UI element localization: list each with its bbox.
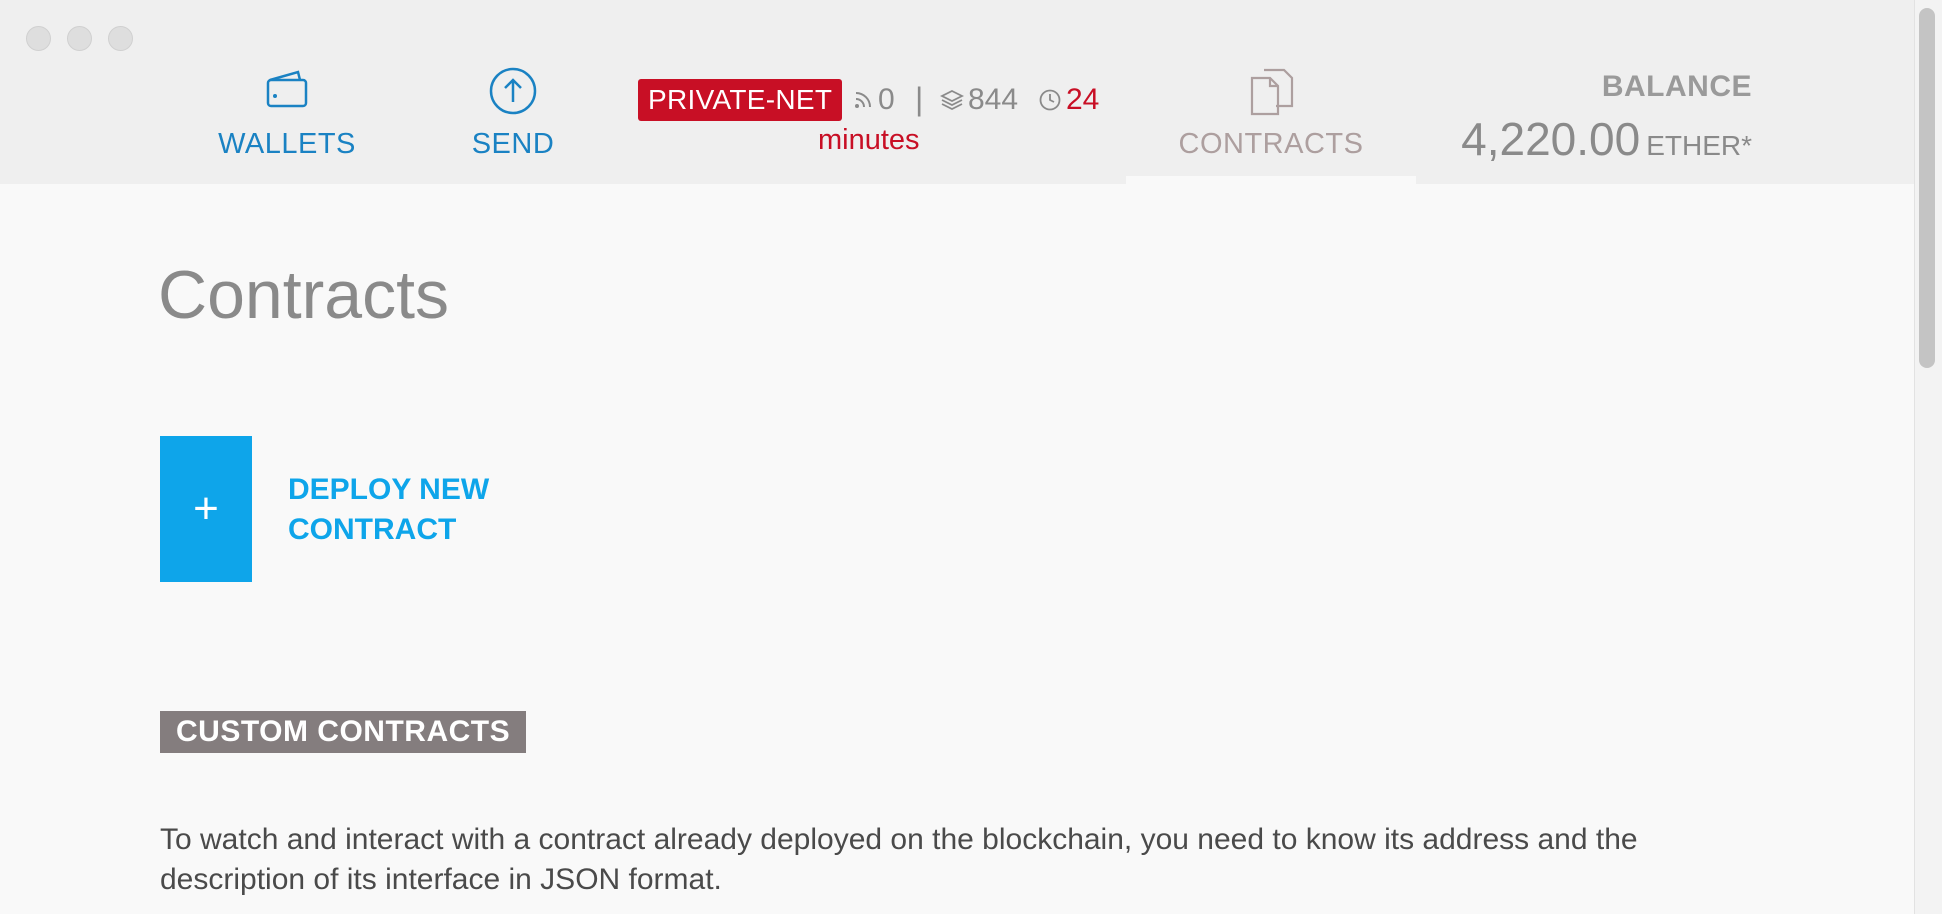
balance-amount-value: 4,220.00 [1461, 113, 1641, 165]
deploy-new-contract-link[interactable]: DEPLOY NEW CONTRACT [288, 470, 528, 550]
window-controls [26, 26, 133, 51]
time-value: 24 [1066, 83, 1100, 116]
maximize-window-button[interactable] [108, 26, 133, 51]
nav-send-label: SEND [471, 128, 555, 160]
minimize-window-button[interactable] [67, 26, 92, 51]
account-balance: BALANCE 4,220.00 ETHER* [1461, 70, 1752, 166]
balance-label: BALANCE [1601, 70, 1752, 103]
time-unit: minutes [818, 124, 920, 156]
peers-count: 0 [852, 83, 895, 117]
custom-contracts-description: To watch and interact with a contract al… [160, 823, 1638, 896]
blocks-value: 844 [968, 83, 1019, 116]
custom-contracts-heading: CUSTOM CONTRACTS [160, 711, 527, 753]
clock-icon [1039, 89, 1061, 111]
scrollbar-thumb[interactable] [1919, 8, 1935, 368]
rss-icon [855, 92, 871, 108]
nav-contracts[interactable]: CONTRACTS [1126, 66, 1416, 184]
documents-icon [1250, 68, 1294, 116]
network-badge: PRIVATE-NET [638, 79, 843, 121]
last-block-time: 24 [1038, 83, 1099, 117]
nav-wallets[interactable]: WALLETS [218, 66, 355, 161]
page-title: Contracts [158, 257, 449, 333]
network-status: PRIVATE-NET 0 | 844 24 minutes [638, 79, 1128, 169]
nav-contracts-label: CONTRACTS [1178, 128, 1364, 160]
arrow-up-circle-icon [489, 67, 537, 115]
app-window: WALLETS SEND PRIVATE-NET 0 | 844 24 minu… [0, 0, 1914, 914]
block-number: 844 [940, 83, 1018, 117]
wallet-icon [266, 70, 308, 108]
balance-amount: 4,220.00 ETHER* [1461, 112, 1752, 166]
nav-send[interactable]: SEND [468, 66, 558, 161]
deploy-new-contract-button[interactable]: + [160, 436, 252, 582]
status-separator: | [915, 81, 924, 117]
close-window-button[interactable] [26, 26, 51, 51]
balance-unit: ETHER* [1646, 130, 1752, 161]
layers-icon [940, 89, 964, 111]
plus-icon: + [193, 484, 219, 533]
nav-wallets-label: WALLETS [218, 128, 356, 160]
peers-value: 0 [878, 83, 895, 116]
